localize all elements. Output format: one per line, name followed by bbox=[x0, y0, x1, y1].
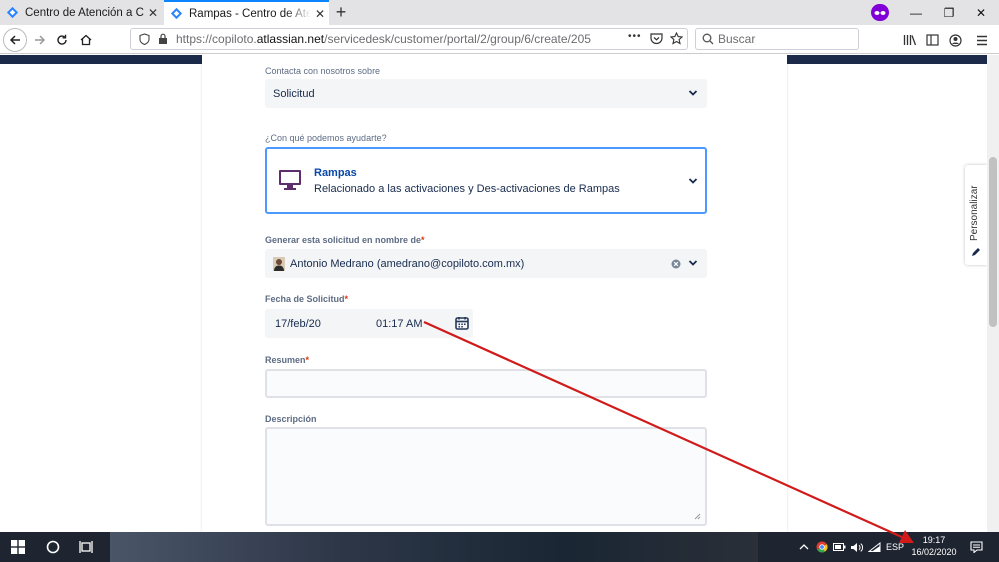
back-button[interactable] bbox=[3, 28, 27, 52]
clock-date: 16/02/2020 bbox=[911, 547, 957, 557]
library-icon bbox=[903, 35, 917, 46]
close-tab-icon[interactable]: ✕ bbox=[311, 7, 329, 21]
tab-centro-atencion[interactable]: Centro de Atención a Clientes ✕ bbox=[0, 0, 162, 25]
url-prefix: https://copiloto. bbox=[176, 32, 257, 46]
request-form-card: Contacta con nosotros sobre Solicitud ¿C… bbox=[202, 55, 787, 532]
search-placeholder: Buscar bbox=[718, 32, 756, 46]
language-indicator[interactable]: ESP bbox=[884, 532, 906, 562]
bookmark-star-icon[interactable] bbox=[670, 32, 683, 45]
show-hidden-icons-button[interactable] bbox=[797, 532, 811, 562]
description-textarea[interactable] bbox=[265, 427, 707, 526]
tab-title: Centro de Atención a Clientes bbox=[25, 6, 144, 19]
calendar-icon[interactable] bbox=[455, 316, 469, 330]
jira-logo-icon bbox=[6, 6, 19, 19]
home-icon bbox=[80, 34, 92, 46]
sidebar-icon bbox=[925, 34, 939, 46]
chrome-icon bbox=[816, 541, 828, 553]
date-picker[interactable]: 17/feb/20 01:17 AM bbox=[265, 309, 473, 338]
chevron-up-icon bbox=[799, 544, 809, 550]
navigation-bar: https://copiloto. atlassian.net/servicede… bbox=[0, 25, 999, 54]
battery-tray-icon[interactable] bbox=[831, 532, 847, 562]
menu-button[interactable] bbox=[970, 28, 994, 52]
shield-icon bbox=[139, 33, 150, 45]
date-label: Fecha de Solicitud* bbox=[265, 294, 349, 304]
account-icon bbox=[948, 33, 962, 47]
search-icon bbox=[702, 33, 714, 45]
forward-arrow-icon bbox=[35, 35, 46, 45]
jira-logo-icon bbox=[170, 7, 183, 20]
windows-logo-icon bbox=[11, 540, 25, 554]
on-behalf-value: Antonio Medrano (amedrano@copiloto.com.m… bbox=[290, 257, 525, 270]
contact-select[interactable]: Solicitud bbox=[265, 79, 707, 108]
reload-icon bbox=[57, 34, 67, 45]
minimize-button[interactable]: — bbox=[898, 0, 934, 25]
cortana-circle-icon bbox=[46, 540, 60, 554]
reload-button[interactable] bbox=[50, 28, 74, 52]
home-button[interactable] bbox=[74, 28, 98, 52]
resize-handle-icon[interactable] bbox=[694, 513, 701, 520]
forward-button[interactable] bbox=[28, 28, 52, 52]
pocket-icon[interactable] bbox=[650, 33, 663, 45]
description-label: Descripción bbox=[265, 414, 317, 424]
back-arrow-icon bbox=[9, 35, 20, 45]
summary-input[interactable] bbox=[265, 369, 707, 398]
notifications-icon bbox=[969, 541, 983, 553]
search-input[interactable]: Buscar bbox=[695, 28, 859, 50]
tab-title: Rampas - Centro de Atención a Clientes bbox=[189, 7, 311, 20]
personalize-label: Personalizar bbox=[969, 185, 980, 241]
hamburger-menu-icon bbox=[977, 35, 987, 45]
personalize-side-tab[interactable]: Personalizar bbox=[965, 165, 987, 265]
pencil-icon bbox=[972, 248, 980, 256]
chrome-tray-icon[interactable] bbox=[814, 532, 830, 562]
close-tab-icon[interactable]: ✕ bbox=[144, 6, 162, 20]
search-cortana-button[interactable] bbox=[38, 532, 68, 562]
taskbar-clock[interactable]: 19:17 16/02/2020 bbox=[905, 534, 963, 558]
page-scrollbar-thumb[interactable] bbox=[989, 157, 997, 327]
taskbar-apps-area bbox=[110, 532, 758, 562]
new-tab-button[interactable]: + bbox=[330, 0, 352, 25]
battery-icon bbox=[832, 543, 845, 551]
task-view-button[interactable] bbox=[72, 532, 102, 562]
request-type-description: Relacionado a las activaciones y Des-act… bbox=[314, 183, 620, 195]
close-window-button[interactable]: ✕ bbox=[963, 0, 999, 25]
windows-taskbar: ESP 19:17 16/02/2020 bbox=[0, 532, 999, 562]
tab-bar: Centro de Atención a Clientes ✕ Rampas -… bbox=[0, 0, 999, 25]
volume-tray-icon[interactable] bbox=[848, 532, 864, 562]
monitor-icon bbox=[279, 170, 301, 190]
user-avatar bbox=[273, 256, 285, 271]
time-value: 01:17 AM bbox=[376, 318, 423, 330]
request-type-name: Rampas bbox=[314, 167, 357, 179]
page-actions-icon[interactable]: ••• bbox=[628, 31, 642, 42]
tab-rampas[interactable]: Rampas - Centro de Atención a Clientes ✕ bbox=[164, 0, 329, 25]
chevron-down-icon bbox=[688, 260, 698, 266]
request-type-select[interactable]: Rampas Relacionado a las activaciones y … bbox=[265, 147, 707, 214]
url-domain: atlassian.net bbox=[256, 32, 325, 46]
chevron-down-icon bbox=[688, 178, 698, 184]
clear-icon[interactable] bbox=[671, 259, 681, 269]
restore-button[interactable]: ❐ bbox=[931, 0, 967, 25]
chevron-down-icon bbox=[688, 90, 698, 96]
lock-icon bbox=[159, 33, 167, 44]
action-center-button[interactable] bbox=[966, 532, 986, 562]
library-button[interactable] bbox=[898, 28, 922, 52]
start-button[interactable] bbox=[0, 532, 36, 562]
clock-time: 19:17 bbox=[922, 535, 946, 545]
url-path: /servicedesk/customer/portal/2/group/6/c… bbox=[324, 32, 591, 46]
speaker-icon bbox=[850, 542, 863, 552]
url-bar[interactable]: https://copiloto. atlassian.net/servicede… bbox=[130, 28, 688, 50]
date-value: 17/feb/20 bbox=[275, 318, 321, 330]
summary-label: Resumen* bbox=[265, 355, 310, 365]
sidebar-button[interactable] bbox=[920, 28, 944, 52]
wifi-icon bbox=[867, 542, 880, 552]
account-button[interactable] bbox=[943, 28, 967, 52]
page-viewport: Contacta con nosotros sobre Solicitud ¿C… bbox=[0, 55, 999, 532]
contact-label: Contacta con nosotros sobre bbox=[265, 66, 381, 76]
on-behalf-label: Generar esta solicitud en nombre de* bbox=[265, 235, 425, 245]
on-behalf-select[interactable]: Antonio Medrano (amedrano@copiloto.com.m… bbox=[265, 249, 707, 278]
private-browsing-icon bbox=[871, 4, 889, 21]
contact-value: Solicitud bbox=[273, 87, 315, 100]
help-label: ¿Con qué podemos ayudarte? bbox=[265, 133, 387, 143]
wifi-tray-icon[interactable] bbox=[866, 532, 882, 562]
task-view-icon bbox=[79, 541, 93, 553]
